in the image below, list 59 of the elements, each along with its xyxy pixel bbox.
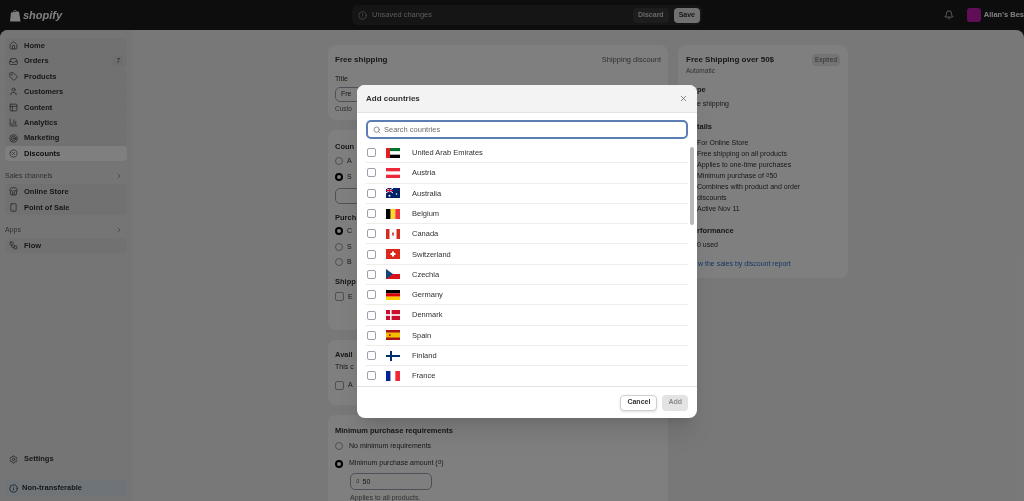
brand-logo: shopify — [23, 7, 63, 23]
flag-icon — [386, 167, 400, 178]
flag-icon — [386, 249, 400, 260]
flag-icon — [386, 370, 400, 381]
bar-chart-icon — [9, 118, 18, 128]
scrollbar-thumb[interactable] — [690, 147, 694, 225]
checkbox[interactable] — [367, 209, 376, 219]
flag-icon — [386, 269, 400, 280]
flag-icon — [386, 208, 400, 219]
chevron-right-icon[interactable] — [115, 172, 123, 181]
chevron-right-icon[interactable] — [115, 225, 123, 234]
target-icon — [9, 133, 18, 143]
card-title: Free shipping — [335, 54, 388, 66]
checkbox[interactable] — [367, 229, 376, 239]
search-icon — [373, 125, 381, 134]
radio-button[interactable] — [335, 156, 343, 165]
flag-icon — [386, 350, 400, 361]
radio-button[interactable] — [335, 227, 343, 236]
checkbox[interactable] — [367, 351, 376, 361]
notification-bell-icon[interactable] — [943, 10, 954, 20]
store-avatar[interactable] — [966, 8, 981, 22]
checkbox[interactable] — [367, 188, 376, 198]
dialog-title: Add countries — [366, 92, 421, 105]
close-icon[interactable] — [679, 94, 688, 103]
person-icon — [9, 87, 18, 97]
checkbox[interactable] — [367, 249, 376, 259]
store-icon — [9, 187, 18, 197]
flow-icon — [9, 241, 18, 251]
checkbox[interactable] — [367, 330, 376, 340]
flag-icon — [386, 310, 400, 320]
radio-button[interactable] — [335, 459, 343, 468]
checkbox[interactable] — [335, 292, 344, 302]
radio-button[interactable] — [335, 242, 343, 251]
tag-icon — [9, 71, 18, 81]
flag-icon — [386, 228, 400, 239]
phone-icon — [9, 202, 18, 212]
info-icon — [9, 483, 18, 493]
checkbox[interactable] — [367, 371, 376, 381]
radio-button[interactable] — [335, 258, 343, 267]
inbox-icon — [9, 56, 18, 66]
checkbox[interactable] — [367, 290, 376, 300]
checkbox[interactable] — [335, 380, 344, 390]
percent-badge-icon — [9, 148, 18, 158]
flag-icon — [386, 289, 400, 300]
alert-icon — [358, 10, 367, 20]
layout-icon — [9, 102, 18, 112]
settings-icon — [9, 454, 18, 464]
checkbox[interactable] — [367, 269, 376, 279]
flag-icon — [386, 147, 400, 158]
card-title: Free Shipping over 50$ — [686, 54, 775, 66]
flag-icon — [386, 330, 400, 341]
radio-button[interactable] — [335, 442, 343, 450]
checkbox[interactable] — [367, 168, 376, 178]
flag-icon — [386, 188, 400, 199]
checkbox[interactable] — [367, 148, 376, 158]
house-icon — [9, 41, 18, 51]
shopping-bag-icon — [10, 8, 21, 22]
radio-button[interactable] — [335, 172, 343, 181]
checkbox[interactable] — [367, 310, 376, 320]
